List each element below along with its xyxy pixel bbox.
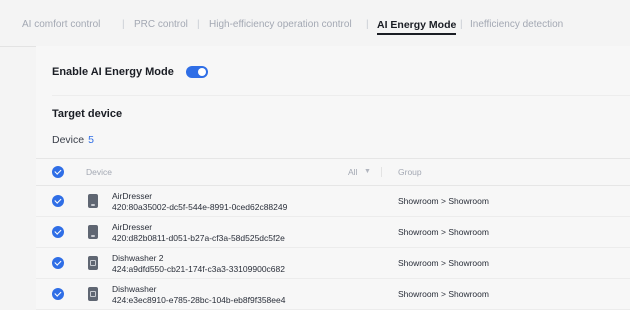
select-all-checkbox[interactable] [52,166,64,178]
tab-separator: | [460,19,463,30]
tab-ai-comfort-control[interactable]: AI comfort control [22,19,100,30]
enable-ai-energy-mode-row: Enable AI Energy Mode [52,66,208,78]
divider [52,95,630,96]
chevron-down-icon[interactable]: ▼ [364,168,371,175]
column-separator [381,167,382,177]
tab-high-efficiency-operation-control[interactable]: High-efficiency operation control [209,19,352,30]
tab-separator: | [122,19,125,30]
table-row[interactable]: AirDresser 420:d82b0811-d051-b27a-cf3a-5… [36,217,630,248]
device-group: Showroom > Showroom [398,258,489,268]
device-name: Dishwasher 2 [112,253,164,263]
tab-bar: AI comfort control | PRC control | High-… [0,0,630,47]
device-id: 424:a9dfd550-cb21-174f-c3a3-33109900c682 [112,264,285,274]
dresser-icon [88,225,98,239]
device-table: Device All ▼ Group AirDresser 420:80a350… [36,158,630,310]
ai-energy-mode-panel: Enable AI Energy Mode Target device Devi… [36,46,630,310]
tab-ai-energy-mode[interactable]: AI Energy Mode [377,19,457,35]
tab-separator: | [366,19,369,30]
tab-prc-control[interactable]: PRC control [134,19,188,30]
row-checkbox[interactable] [52,257,64,269]
dishwasher-icon [88,287,98,301]
dishwasher-icon [88,256,98,270]
row-checkbox[interactable] [52,288,64,300]
row-checkbox[interactable] [52,195,64,207]
enable-ai-energy-mode-toggle[interactable] [185,66,208,78]
device-group: Showroom > Showroom [398,289,489,299]
device-filter-select[interactable]: All [348,167,357,177]
column-header-device: Device [86,167,112,177]
device-name: AirDresser [112,222,153,232]
row-checkbox[interactable] [52,226,64,238]
column-header-group: Group [398,167,422,177]
device-count: Device 5 [52,134,94,146]
device-name: AirDresser [112,191,153,201]
dresser-icon [88,194,98,208]
device-id: 420:d82b0811-d051-b27a-cf3a-58d525dc5f2e [112,233,285,243]
target-device-title: Target device [52,108,123,120]
device-count-value: 5 [88,134,94,146]
table-row[interactable]: Dishwasher 2 424:a9dfd550-cb21-174f-c3a3… [36,248,630,279]
device-id: 420:80a35002-dc5f-544e-8991-0ced62c88249 [112,202,288,212]
device-group: Showroom > Showroom [398,196,489,206]
enable-ai-energy-mode-label: Enable AI Energy Mode [52,66,174,78]
table-header: Device All ▼ Group [36,158,630,186]
tab-separator: | [197,19,200,30]
table-row[interactable]: AirDresser 420:80a35002-dc5f-544e-8991-0… [36,186,630,217]
device-group: Showroom > Showroom [398,227,489,237]
tab-inefficiency-detection[interactable]: Inefficiency detection [470,19,563,30]
device-id: 424:e3ec8910-e785-28bc-104b-eb8f9f358ee4 [112,295,286,305]
table-row[interactable]: Dishwasher 424:e3ec8910-e785-28bc-104b-e… [36,279,630,310]
device-count-label: Device [52,134,85,146]
device-name: Dishwasher [112,284,157,294]
